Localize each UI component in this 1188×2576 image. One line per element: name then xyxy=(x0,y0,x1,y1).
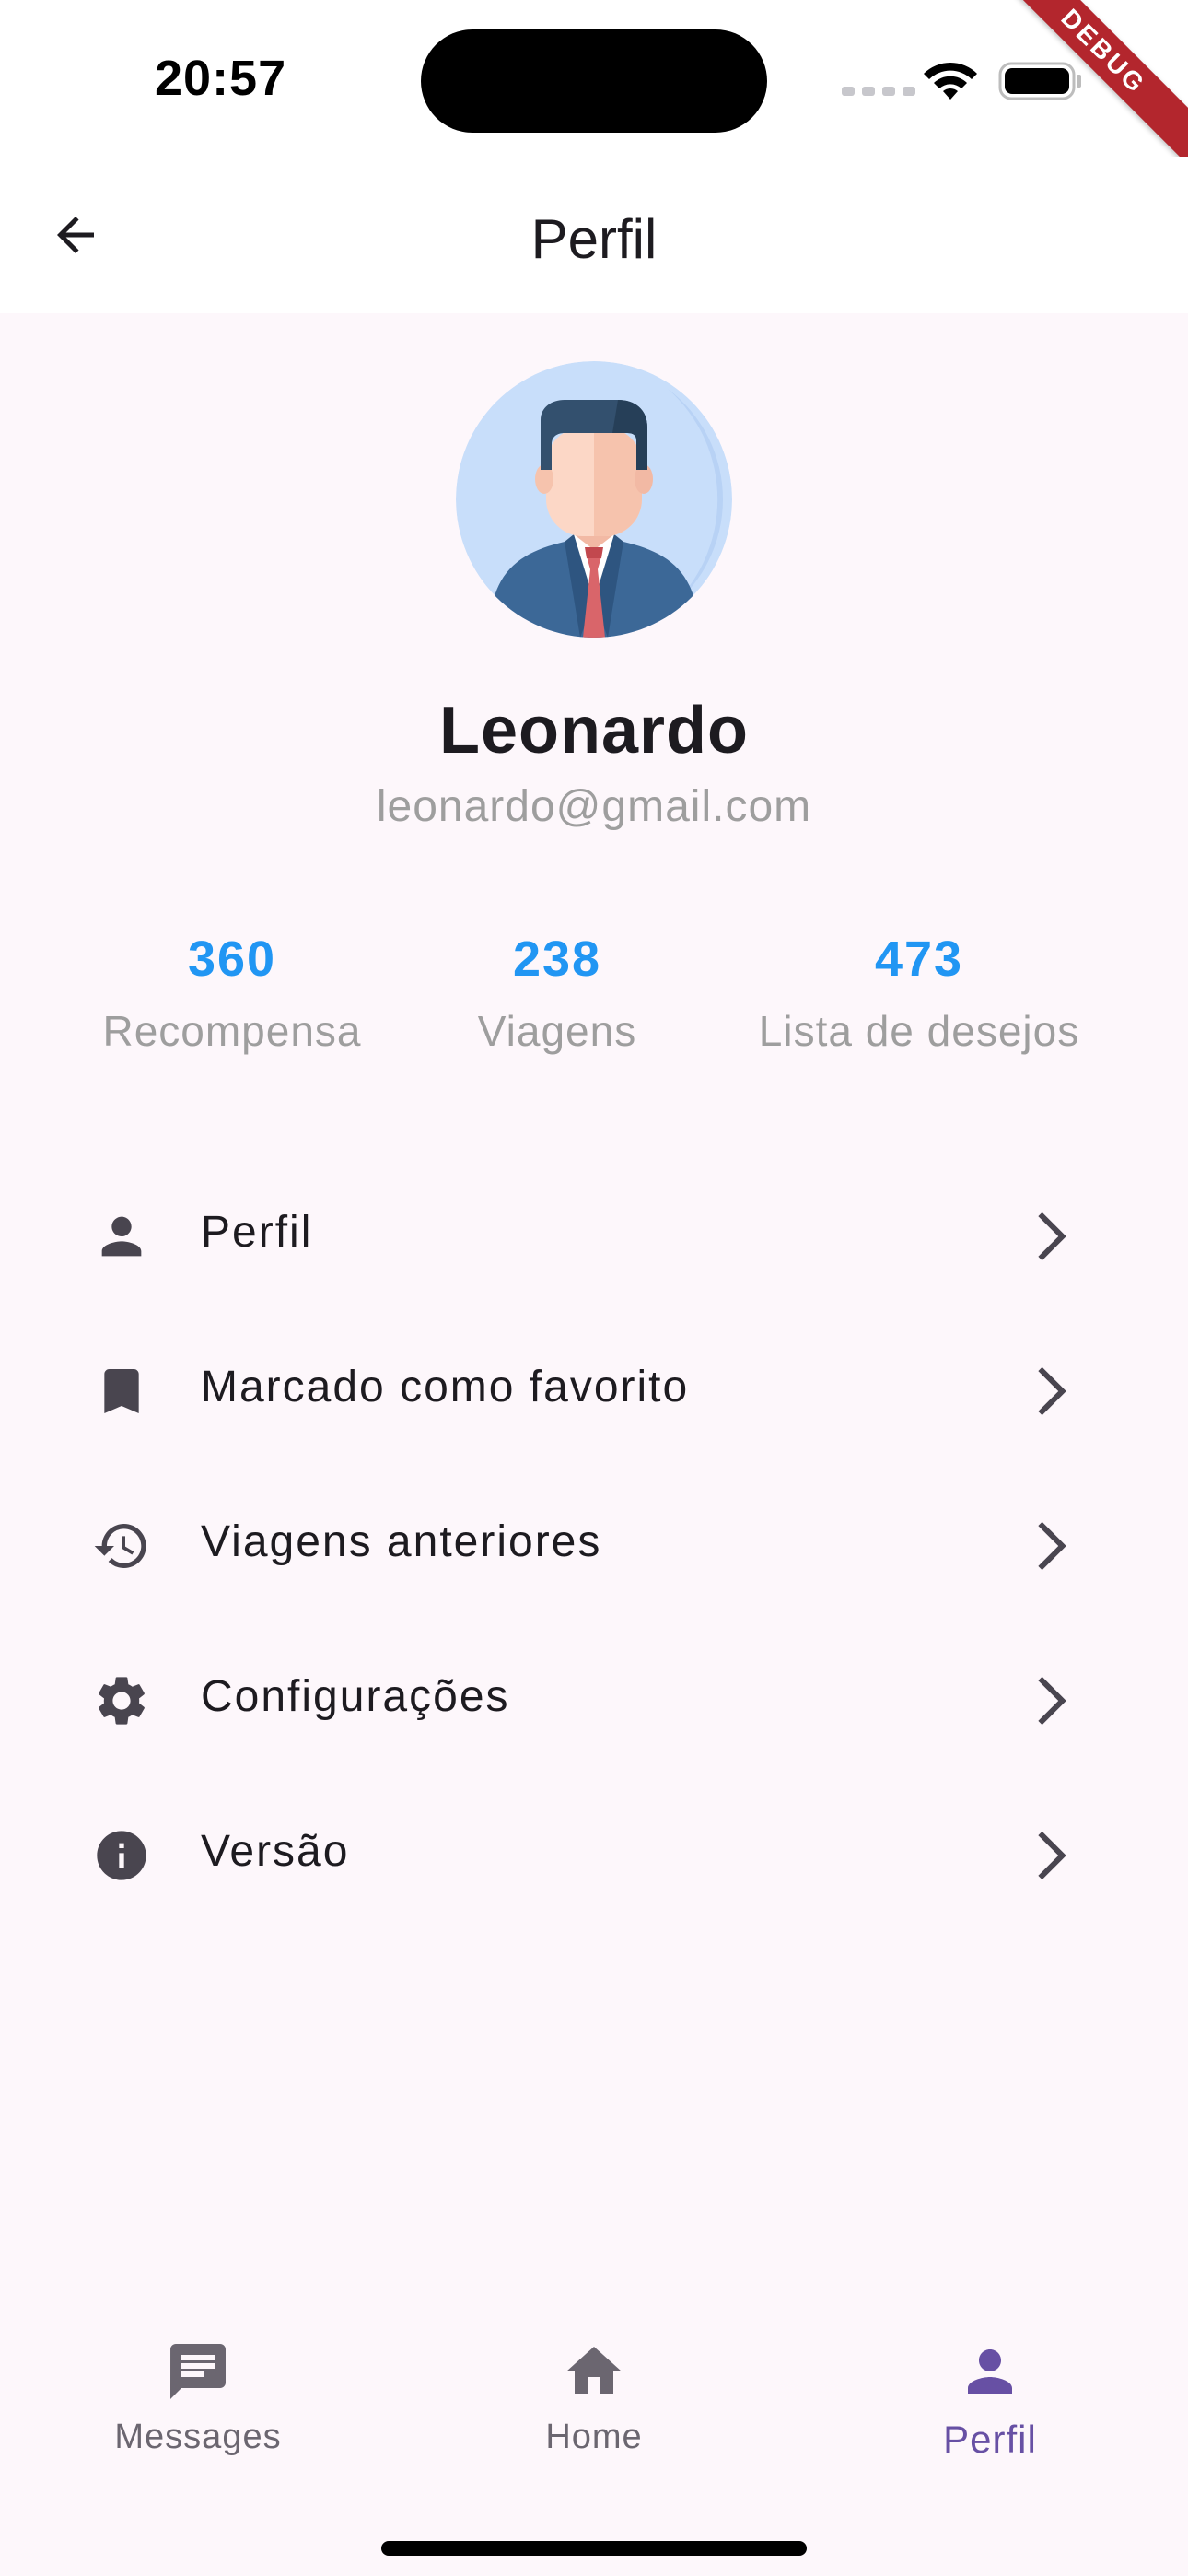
menu-item-label: Configurações xyxy=(201,1672,510,1721)
profile-email: leonardo@gmail.com xyxy=(376,782,812,831)
nav-label: Perfil xyxy=(943,2418,1037,2461)
bottom-navigation: Messages Home Perfil xyxy=(0,2303,1188,2576)
bookmark-icon xyxy=(88,1358,155,1424)
home-indicator xyxy=(381,2541,807,2556)
stat-value: 473 xyxy=(874,931,964,987)
stat-label: Recompensa xyxy=(102,1007,362,1055)
profile-name: Leonardo xyxy=(438,694,749,767)
stat-value: 238 xyxy=(512,931,602,987)
businessman-avatar-icon xyxy=(456,361,732,638)
person-icon xyxy=(968,2349,1012,2394)
status-bar: 20:57 DEBUG xyxy=(0,0,1188,183)
profile-menu: Perfil Marcado como favorito Viagens ant… xyxy=(0,1153,1188,1927)
menu-item-label: Versão xyxy=(201,1827,350,1876)
history-icon xyxy=(88,1513,155,1579)
stat-label: Lista de desejos xyxy=(758,1007,1080,1055)
dynamic-island xyxy=(421,29,767,133)
cellular-signal-icon xyxy=(842,87,915,96)
nav-item-home[interactable]: Home xyxy=(442,2338,746,2457)
info-icon xyxy=(88,1822,155,1889)
menu-item-favoritos[interactable]: Marcado como favorito xyxy=(0,1308,1188,1463)
nav-item-perfil[interactable]: Perfil xyxy=(838,2338,1142,2462)
app-bar: Perfil xyxy=(0,157,1188,313)
chevron-right-icon xyxy=(1038,1521,1066,1571)
menu-item-viagens-anteriores[interactable]: Viagens anteriores xyxy=(0,1463,1188,1618)
nav-label: Home xyxy=(545,2418,643,2456)
gear-icon xyxy=(88,1668,155,1734)
page-title: Perfil xyxy=(530,208,658,270)
menu-item-label: Viagens anteriores xyxy=(201,1517,602,1566)
chevron-right-icon xyxy=(1038,1366,1066,1416)
menu-item-label: Marcado como favorito xyxy=(201,1363,690,1411)
stat-value: 360 xyxy=(187,931,277,987)
wifi-icon xyxy=(924,62,977,100)
status-time: 20:57 xyxy=(155,51,287,106)
avatar xyxy=(456,361,732,638)
nav-item-messages[interactable]: Messages xyxy=(46,2338,350,2457)
person-icon xyxy=(88,1203,155,1270)
stat-viagens: 238 Viagens xyxy=(478,931,636,1056)
stat-label: Viagens xyxy=(477,1007,637,1055)
chevron-right-icon xyxy=(1038,1831,1066,1880)
stat-recompensa: 360 Recompensa xyxy=(102,931,361,1056)
stat-lista-de-desejos: 473 Lista de desejos xyxy=(759,931,1079,1056)
nav-label: Messages xyxy=(114,2418,282,2456)
menu-item-configuracoes[interactable]: Configurações xyxy=(0,1618,1188,1773)
menu-item-perfil[interactable]: Perfil xyxy=(0,1153,1188,1308)
menu-item-versao[interactable]: Versão xyxy=(0,1773,1188,1927)
chevron-right-icon xyxy=(1038,1212,1066,1261)
message-icon xyxy=(170,2344,226,2399)
battery-icon xyxy=(998,62,1081,100)
chevron-right-icon xyxy=(1038,1676,1066,1726)
menu-item-label: Perfil xyxy=(201,1208,313,1257)
home-icon xyxy=(566,2347,622,2394)
